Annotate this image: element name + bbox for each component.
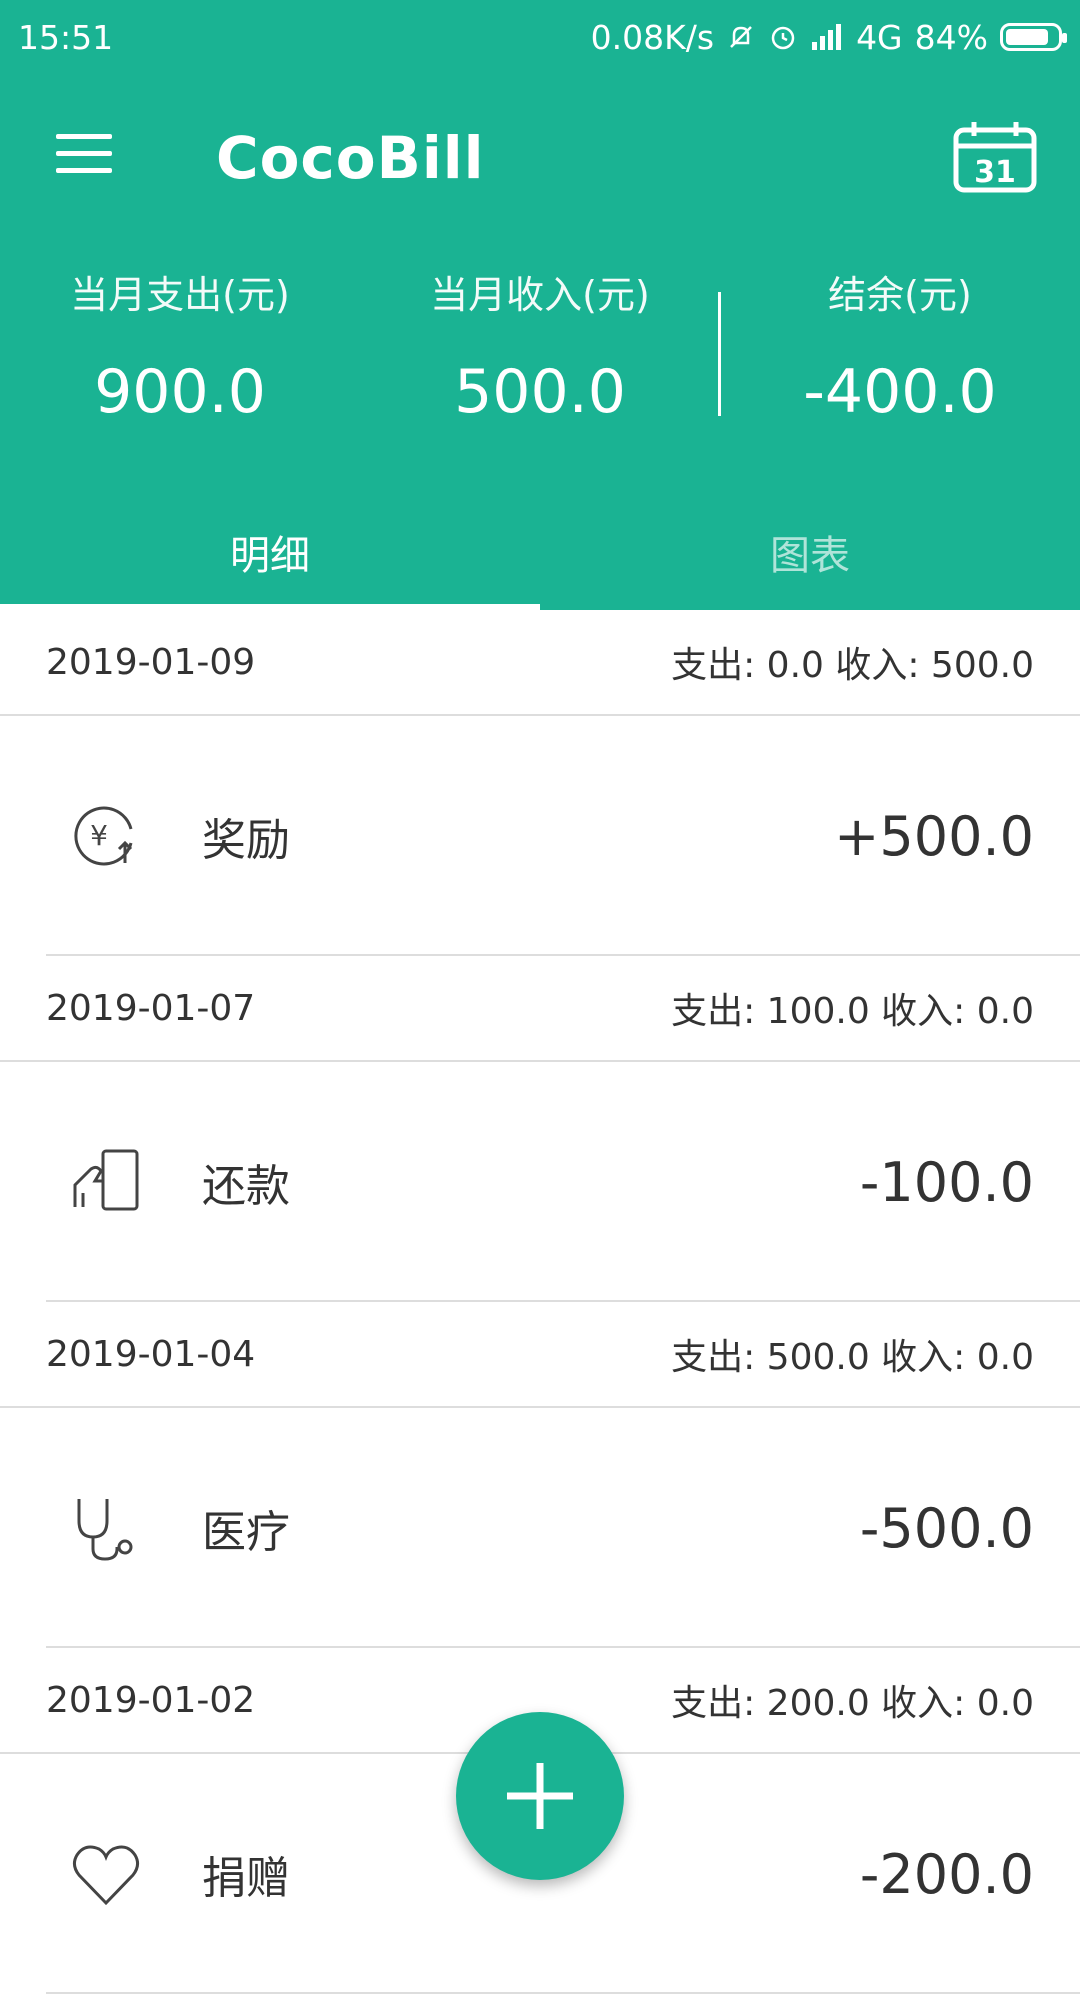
network-speed: 0.08K/s [590, 17, 715, 57]
day-summary: 支出: 200.0 收入: 0.0 [671, 1683, 1034, 1724]
expense-label: 当月支出(元) [70, 273, 290, 317]
date-header: 2019-01-09 支出: 0.0 收入: 500.0 [0, 610, 1080, 716]
income-yuan-icon: ¥ [66, 796, 146, 876]
date-label: 2019-01-02 [46, 1679, 256, 1721]
day-summary: 支出: 100.0 收入: 0.0 [671, 991, 1034, 1032]
summary-divider [718, 292, 721, 416]
transaction-category: 捐赠 [202, 1853, 290, 1904]
status-bar: 15:51 0.08K/s 4G 84% [0, 0, 1080, 74]
transaction-row[interactable]: 还款 -100.0 [0, 1062, 1080, 1302]
transaction-row[interactable]: 医疗 -500.0 [0, 1408, 1080, 1648]
date-label: 2019-01-07 [46, 987, 256, 1029]
date-label: 2019-01-04 [46, 1333, 256, 1375]
svg-text:¥: ¥ [90, 819, 108, 852]
date-header: 2019-01-07 支出: 100.0 收入: 0.0 [0, 956, 1080, 1062]
date-label: 2019-01-09 [46, 641, 256, 683]
transaction-amount: -100.0 [859, 1150, 1034, 1214]
alarm-icon [771, 26, 795, 50]
income-value: 500.0 [454, 357, 626, 427]
tab-details[interactable]: 明细 [0, 494, 540, 610]
balance-label: 结余(元) [828, 273, 972, 317]
income-label: 当月收入(元) [430, 273, 650, 317]
app-title: CocoBill [216, 124, 485, 192]
balance-value: -400.0 [803, 357, 997, 427]
transaction-amount: -500.0 [859, 1496, 1034, 1560]
plus-icon [507, 1763, 573, 1829]
stethoscope-icon [66, 1488, 146, 1568]
balance-summary: 结余(元) -400.0 [720, 264, 1080, 427]
calendar-icon[interactable]: 31 [950, 118, 1040, 194]
battery-percent: 84% [914, 17, 988, 57]
expense-summary: 当月支出(元) 900.0 [0, 264, 360, 427]
transaction-category: 医疗 [202, 1507, 290, 1558]
date-header: 2019-01-04 支出: 500.0 收入: 0.0 [0, 1302, 1080, 1408]
status-indicators: 0.08K/s 4G 84% [590, 17, 1067, 57]
tab-charts[interactable]: 图表 [540, 494, 1080, 610]
app-header: CocoBill 31 当月支出(元) 900.0 当月收入(元) 500.0 … [0, 74, 1080, 610]
expense-value: 900.0 [94, 357, 266, 427]
mute-bell-icon [730, 26, 752, 48]
tab-bar: 明细 图表 [0, 494, 1080, 610]
network-type: 4G [856, 17, 903, 57]
calendar-day: 31 [974, 155, 1016, 190]
transaction-row[interactable]: ¥ 奖励 +500.0 [0, 716, 1080, 956]
menu-icon[interactable] [56, 134, 112, 178]
signal-icon [812, 24, 842, 50]
transaction-amount: +500.0 [834, 804, 1034, 868]
transaction-category: 还款 [202, 1161, 290, 1212]
heart-icon [66, 1834, 146, 1914]
add-record-button[interactable] [456, 1712, 624, 1880]
transaction-category: 奖励 [202, 815, 290, 866]
monthly-summary: 当月支出(元) 900.0 当月收入(元) 500.0 结余(元) -400.0 [0, 264, 1080, 444]
battery-icon [1000, 23, 1067, 51]
income-summary: 当月收入(元) 500.0 [360, 264, 720, 427]
transaction-amount: -200.0 [859, 1842, 1034, 1906]
day-summary: 支出: 500.0 收入: 0.0 [671, 1337, 1034, 1378]
toolbar: CocoBill 31 [0, 74, 1080, 244]
repayment-card-icon [66, 1142, 146, 1222]
day-summary: 支出: 0.0 收入: 500.0 [671, 645, 1034, 686]
status-time: 15:51 [18, 17, 114, 57]
battery-level [1006, 29, 1048, 45]
